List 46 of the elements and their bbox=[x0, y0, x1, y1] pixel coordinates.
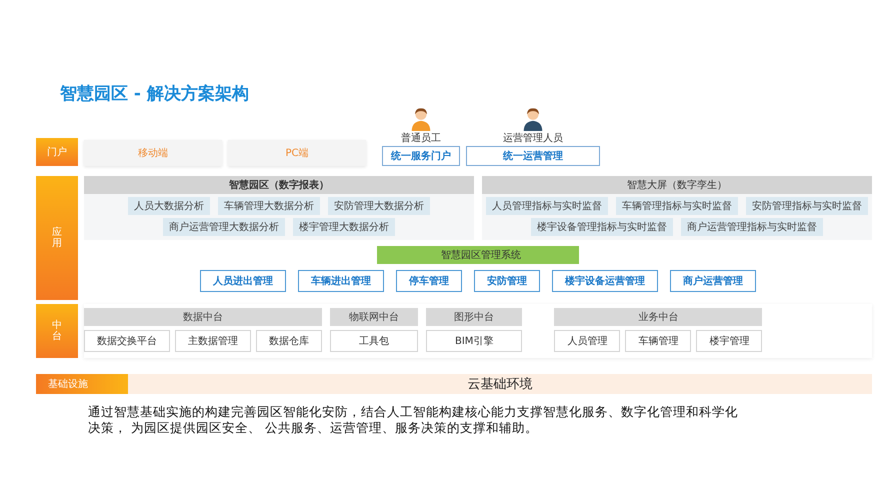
channel-tile: 移动端 bbox=[84, 140, 222, 166]
platform-tile: 数据仓库 bbox=[256, 330, 322, 352]
module-tile: 车辆进出管理 bbox=[298, 270, 384, 292]
slide-title: 智慧园区 - 解决方案架构 bbox=[60, 83, 249, 105]
platform-tile: 数据交换平台 bbox=[84, 330, 170, 352]
analysis-tag: 车辆管理指标与实时监督 bbox=[616, 197, 738, 215]
channel-tile: PC端 bbox=[228, 140, 366, 166]
group-title: 数据中台 bbox=[84, 308, 322, 326]
portal-tile: 统一运营管理 bbox=[466, 146, 600, 166]
role-label: 运营管理人员 bbox=[503, 133, 563, 145]
platform-tile: 工具包 bbox=[330, 330, 418, 352]
analysis-tag: 商户运营管理大数据分析 bbox=[163, 218, 285, 236]
group-title: 图形中台 bbox=[426, 308, 522, 326]
platform-tile: 车辆管理 bbox=[625, 330, 692, 352]
analysis-tag: 安防管理大数据分析 bbox=[328, 197, 430, 215]
platform-tile: BIM引擎 bbox=[426, 330, 522, 352]
module-tile: 楼宇设备运营管理 bbox=[552, 270, 658, 292]
analysis-tag: 楼宇管理大数据分析 bbox=[293, 218, 395, 236]
analysis-tag: 安防管理指标与实时监督 bbox=[746, 197, 868, 215]
person-icon bbox=[409, 107, 433, 131]
group-title: 物联网中台 bbox=[330, 308, 418, 326]
analysis-tag: 人员管理指标与实时监督 bbox=[486, 197, 608, 215]
infrastructure-text: 云基础环境 bbox=[468, 376, 532, 393]
module-tile: 人员进出管理 bbox=[200, 270, 286, 292]
panel-title: 智慧大屏（数字孪生） bbox=[482, 176, 872, 194]
system-bar: 智慧园区管理系统 bbox=[377, 246, 579, 264]
role-label: 普通员工 bbox=[401, 133, 441, 145]
analysis-tag: 车辆管理大数据分析 bbox=[218, 197, 320, 215]
layer-label: 基础设施 bbox=[36, 374, 128, 394]
person-icon bbox=[521, 107, 545, 131]
platform-tile: 主数据管理 bbox=[175, 330, 251, 352]
panel-title: 智慧园区（数字报表） bbox=[84, 176, 474, 194]
platform-tile: 楼宇管理 bbox=[696, 330, 762, 352]
module-tile: 商户运营管理 bbox=[670, 270, 756, 292]
module-tile: 安防管理 bbox=[474, 270, 540, 292]
analysis-tag: 人员大数据分析 bbox=[128, 197, 210, 215]
portal-tile: 统一服务门户 bbox=[382, 146, 460, 166]
analysis-tag: 商户运营管理指标与实时监督 bbox=[681, 218, 823, 236]
group-title: 业务中台 bbox=[554, 308, 762, 326]
layer-label: 门户 bbox=[36, 138, 78, 166]
analysis-tag: 楼宇设备管理指标与实时监督 bbox=[531, 218, 673, 236]
layer-label: 应用 bbox=[36, 176, 78, 300]
layer-label: 中台 bbox=[36, 304, 78, 358]
platform-tile: 人员管理 bbox=[554, 330, 620, 352]
description-text: 通过智慧基础实施的构建完善园区智能化安防，结合人工智能构建核心能力支撑智慧化服务、数字化管理和科学化决策， 为园区提供园区安全、 公共服务、运营管理、服务决策的支撑和辅助。 bbox=[88, 404, 739, 436]
module-tile: 停车管理 bbox=[396, 270, 462, 292]
